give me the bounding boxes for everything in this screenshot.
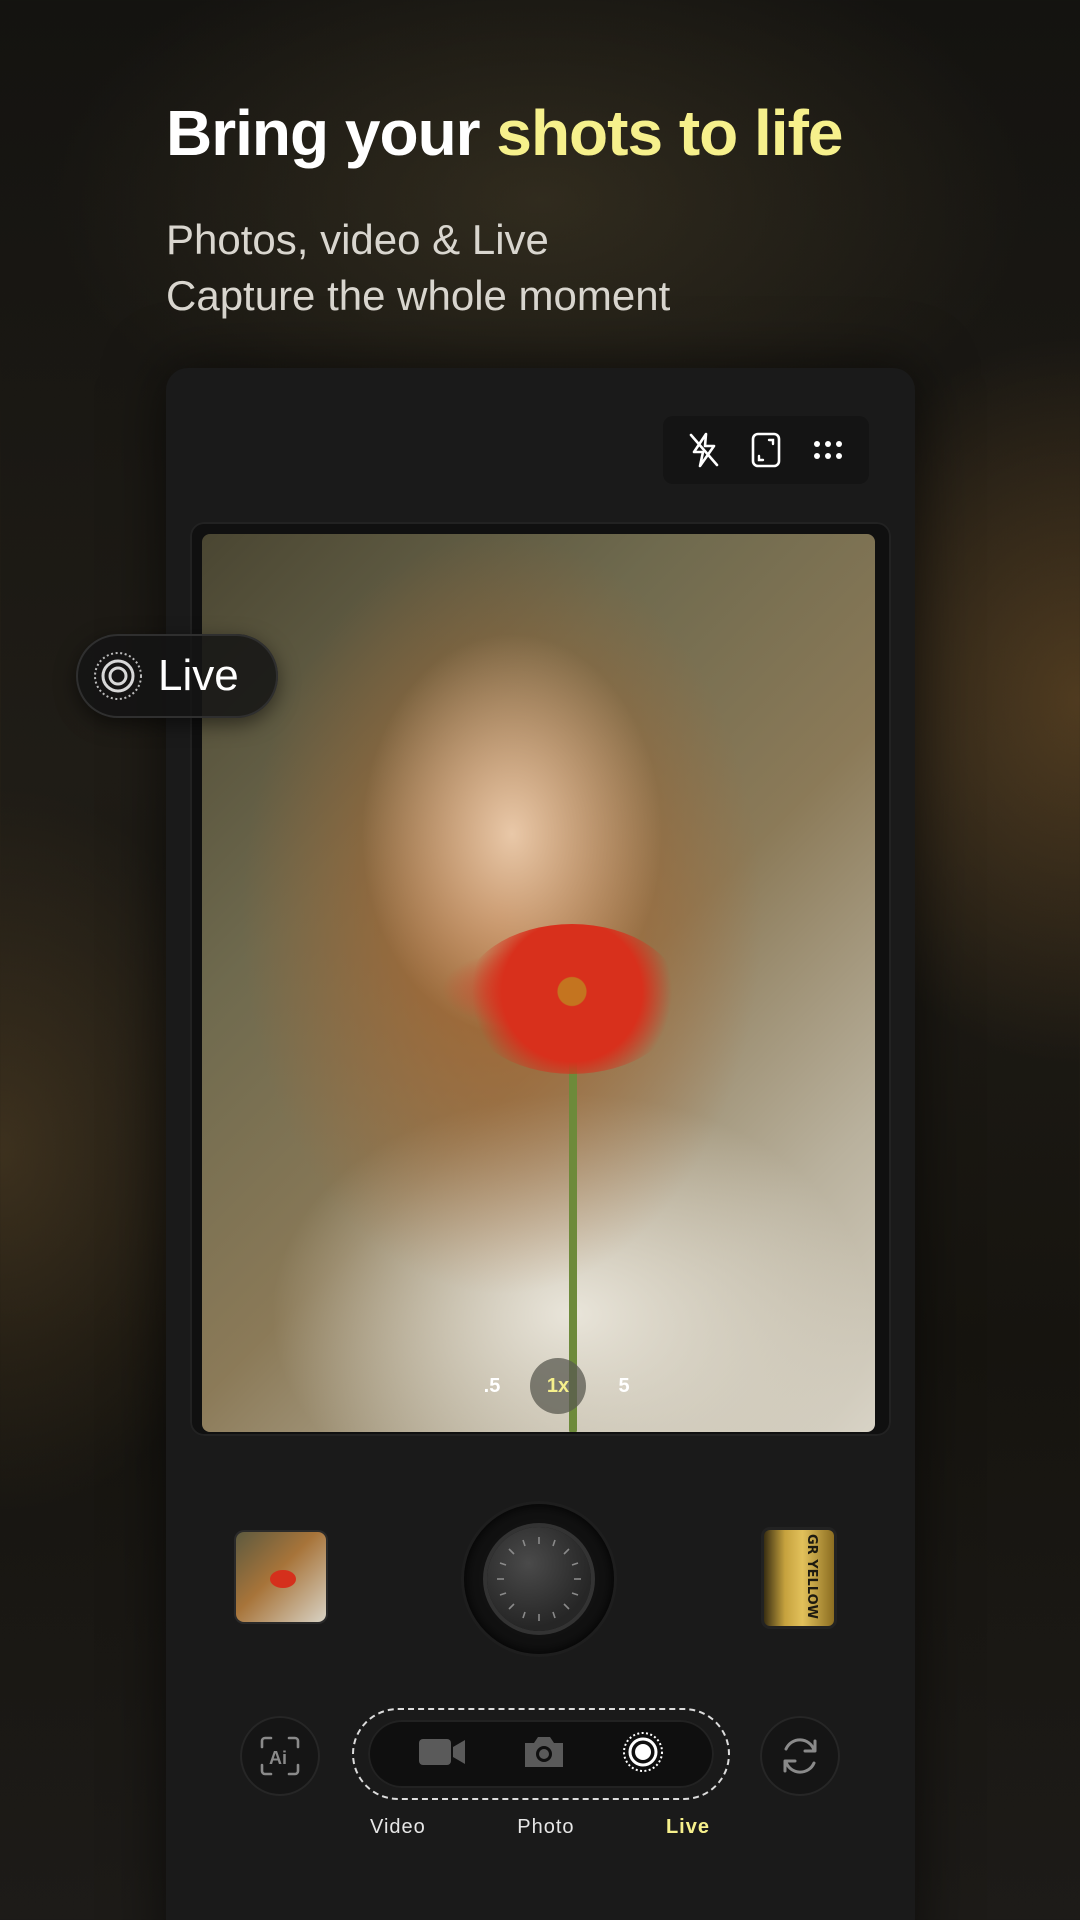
page-headline: Bring your shots to life <box>166 96 843 170</box>
zoom-option-0-5[interactable]: .5 <box>464 1358 520 1414</box>
phone-mockup: .5 1x 5 GR YELLOW Ai Video Photo Live <box>166 368 915 1920</box>
camera-viewfinder[interactable]: .5 1x 5 <box>202 534 875 1432</box>
top-controls <box>663 416 869 484</box>
film-canister-button[interactable]: GR YELLOW <box>764 1530 834 1626</box>
mode-label-live[interactable]: Live <box>666 1816 710 1839</box>
ai-button[interactable]: Ai <box>240 1716 320 1796</box>
mode-labels: Video Photo Live <box>370 1816 710 1839</box>
ai-icon: Ai <box>260 1736 300 1776</box>
mode-label-photo[interactable]: Photo <box>517 1816 574 1839</box>
camera-icon <box>525 1736 563 1767</box>
flower-illustration <box>462 924 682 1074</box>
subtitle-line-2: Capture the whole moment <box>166 272 671 319</box>
headline-highlight: shots to life <box>496 97 843 169</box>
headline-white: Bring your <box>166 97 497 169</box>
zoom-option-5[interactable]: 5 <box>596 1358 652 1414</box>
live-mode-button[interactable] <box>621 1730 665 1779</box>
mode-label-video[interactable]: Video <box>370 1816 426 1839</box>
more-icon <box>814 441 842 459</box>
flash-off-icon <box>689 432 719 468</box>
film-label: GR YELLOW <box>804 1534 819 1619</box>
video-mode-button[interactable] <box>417 1735 467 1774</box>
shutter-dial <box>487 1527 591 1631</box>
video-camera-icon <box>419 1738 465 1765</box>
live-badge-label: Live <box>158 651 239 700</box>
shutter-dial-ticks-icon <box>497 1537 581 1621</box>
more-button[interactable] <box>806 428 850 472</box>
zoom-option-1x[interactable]: 1x <box>530 1358 586 1414</box>
flip-camera-button[interactable] <box>760 1716 840 1796</box>
live-icon <box>623 1731 663 1772</box>
flash-off-button[interactable] <box>682 428 726 472</box>
svg-text:Ai: Ai <box>269 1748 287 1768</box>
page-subtitle: Photos, video & Live Capture the whole m… <box>166 212 670 324</box>
flip-camera-icon <box>783 1738 817 1774</box>
zoom-selector: .5 1x 5 <box>464 1358 652 1414</box>
photo-mode-button[interactable] <box>521 1733 567 1776</box>
frame-button[interactable] <box>744 428 788 472</box>
subtitle-line-1: Photos, video & Live <box>166 216 549 263</box>
mode-selector <box>352 1708 730 1800</box>
gallery-thumbnail[interactable] <box>236 1532 326 1622</box>
viewfinder-frame: .5 1x 5 <box>190 522 891 1436</box>
frame-icon <box>751 432 781 468</box>
live-icon <box>94 652 142 700</box>
live-badge: Live <box>76 634 278 718</box>
mode-pill <box>368 1720 714 1788</box>
shutter-button[interactable] <box>464 1504 614 1654</box>
